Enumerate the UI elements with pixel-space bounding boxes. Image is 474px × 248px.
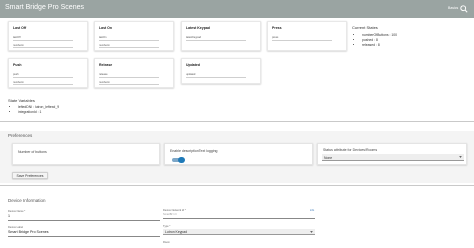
- command-arg-input[interactable]: [99, 76, 159, 78]
- type-label: Type *: [163, 225, 171, 228]
- network-id-underline: [163, 217, 315, 219]
- desc-logging-label: Enable descriptionText logging: [170, 149, 218, 153]
- command-press[interactable]: Press press: [267, 21, 347, 51]
- network-id-input[interactable]: SmartBr:1 Ir: [163, 213, 177, 216]
- status-attr-label: Status attribute for Devices/Rooms: [323, 148, 378, 152]
- command-push[interactable]: Push push numberm: [8, 58, 88, 88]
- divider: [0, 185, 474, 186]
- state-variables-heading: State Variables: [8, 98, 35, 103]
- status-attr-field: Status attribute for Devices/Rooms None: [317, 143, 467, 165]
- preferences-heading: Preferences: [8, 133, 33, 138]
- type-select[interactable]: Lutron Keypad: [163, 229, 315, 235]
- command-updated[interactable]: Updated updated: [181, 58, 261, 84]
- command-title: Release: [99, 63, 113, 67]
- app-title: Smart Bridge Pro Scenes: [5, 4, 84, 11]
- command-title: Updated: [186, 63, 200, 67]
- state-item: released : 8: [362, 43, 397, 48]
- device-name-label: Device Name *: [8, 210, 26, 213]
- command-last-on[interactable]: Last On lastOn numberm: [94, 21, 174, 51]
- status-attr-value: None: [324, 155, 333, 160]
- command-arg-input[interactable]: [186, 76, 246, 78]
- command-title: Last On: [99, 26, 113, 30]
- command-arg-input[interactable]: [99, 47, 159, 48]
- basics-menu[interactable]: Basics: [448, 6, 458, 10]
- desc-logging-toggle[interactable]: [172, 156, 185, 164]
- number-of-buttons-label: Number of buttons: [18, 150, 47, 154]
- divider: [0, 121, 474, 122]
- device-label-input[interactable]: Smart Bridge Pro Scenes: [8, 230, 49, 234]
- type-value: Lutron Keypad: [165, 230, 188, 234]
- current-states-heading: Current States: [352, 25, 378, 30]
- device-label-underline: [8, 235, 160, 237]
- device-name-input[interactable]: 1: [8, 214, 10, 218]
- command-arg-input[interactable]: [99, 39, 159, 41]
- state-variable-item: leftedDNI : lutron_leftexd_9: [18, 105, 59, 110]
- command-arg-input[interactable]: [99, 84, 159, 85]
- chevron-down-icon: [459, 156, 462, 159]
- command-arg-input[interactable]: [13, 39, 73, 41]
- state-variable-item: integrationId : 1: [18, 110, 59, 115]
- number-of-buttons-field[interactable]: Number of buttons: [12, 143, 160, 165]
- device-label-label: Device Label: [8, 226, 23, 229]
- command-arg-input[interactable]: [13, 76, 73, 78]
- network-id-label: Device Network Id *: [163, 209, 186, 212]
- search-icon[interactable]: [460, 5, 468, 13]
- command-latest-keypad[interactable]: Latest Keypad latestKeypad: [181, 21, 261, 51]
- save-preferences-button[interactable]: Save Preferences: [12, 172, 48, 179]
- command-arg-input[interactable]: [272, 39, 332, 41]
- command-title: Push: [13, 63, 22, 67]
- state-variables: State Variables leftedDNI : lutron_lefte…: [8, 98, 59, 114]
- command-arg-input[interactable]: [13, 84, 73, 85]
- app-header: Smart Bridge Pro Scenes Basics: [0, 0, 474, 18]
- chevron-down-icon: [310, 231, 313, 233]
- device-name-underline: [8, 219, 160, 221]
- desc-logging-field: Enable descriptionText logging: [164, 143, 313, 165]
- info-link[interactable]: info: [310, 209, 314, 212]
- status-attr-select[interactable]: None: [322, 154, 464, 161]
- command-title: Latest Keypad: [186, 26, 210, 30]
- command-release[interactable]: Release release numberm: [94, 58, 174, 88]
- current-states: Current States numberOfButtons : 100 pus…: [352, 25, 397, 48]
- command-title: Last Off: [13, 26, 27, 30]
- toggle-knob: [178, 156, 185, 164]
- room-label: Room: [163, 241, 170, 244]
- command-last-off[interactable]: Last Off lastOff numberm: [8, 21, 88, 51]
- command-arg-input[interactable]: [186, 39, 246, 41]
- command-arg-input[interactable]: [13, 47, 73, 48]
- command-title: Press: [272, 26, 282, 30]
- device-info-heading: Device Information: [8, 198, 46, 203]
